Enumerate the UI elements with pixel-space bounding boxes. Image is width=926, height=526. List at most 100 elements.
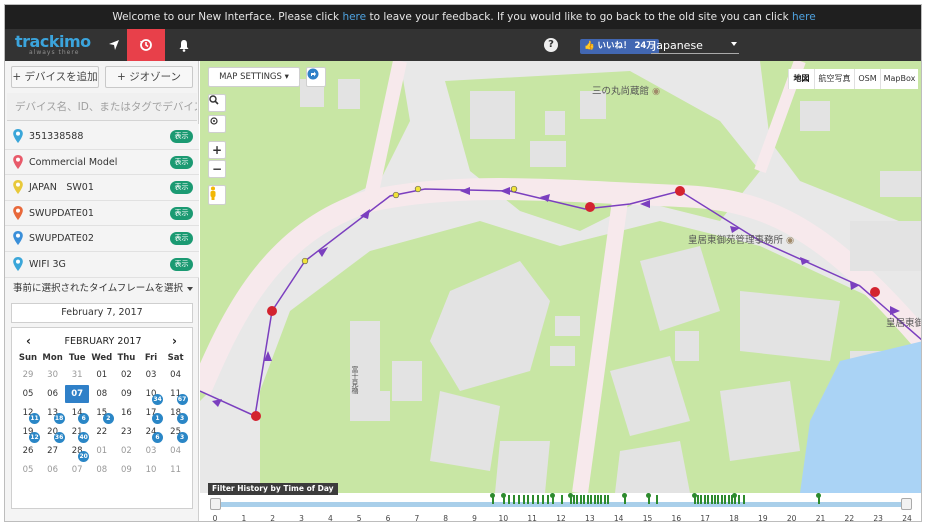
time-filter-tick-label: 20: [786, 514, 797, 522]
map-canvas[interactable]: [200, 61, 922, 493]
map-view[interactable]: MAP SETTINGS ▾ + − 地図 航空写真 OSM MapBox 三の…: [200, 61, 922, 493]
map-settings-button[interactable]: MAP SETTINGS ▾: [208, 67, 300, 87]
add-device-button[interactable]: + デバイスを追加: [11, 66, 99, 88]
nav-history-button[interactable]: [127, 29, 165, 61]
calendar-day[interactable]: 11: [164, 461, 188, 479]
time-filter-activity-dot: [550, 493, 556, 498]
calendar-weekday: Wed: [91, 353, 113, 363]
calendar-event-count-badge: 2: [102, 413, 114, 424]
selected-date-field[interactable]: February 7, 2017: [11, 303, 193, 323]
map-place-label: 皇居東御苑: [886, 318, 921, 329]
calendar-event-count-badge: 6: [152, 432, 163, 443]
time-filter-activity-dot: [691, 493, 697, 498]
calendar-day[interactable]: 02: [114, 442, 138, 460]
calendar-day[interactable]: 06: [41, 385, 65, 403]
locate-button[interactable]: [208, 115, 226, 133]
time-filter-end-handle[interactable]: [901, 498, 912, 510]
calendar-weekday: Mon: [42, 353, 63, 363]
time-filter-activity-mark: [532, 495, 535, 504]
calendar-day[interactable]: 09: [114, 385, 138, 403]
old-site-link[interactable]: here: [792, 11, 816, 23]
show-device-button[interactable]: 表示: [170, 232, 193, 246]
device-row[interactable]: SWUPDATE02 表示: [5, 226, 199, 252]
show-device-button[interactable]: 表示: [170, 181, 193, 195]
map-type-satellite[interactable]: 航空写真: [814, 69, 854, 89]
timeframe-select[interactable]: 事前に選択されたタイムフレームを選択: [13, 281, 193, 297]
calendar-day[interactable]: 05: [16, 461, 40, 479]
time-filter-activity-mark: [541, 495, 544, 504]
device-row[interactable]: 351338588 表示: [5, 124, 199, 150]
calendar-day[interactable]: 07: [65, 461, 89, 479]
zoom-out-button[interactable]: −: [208, 160, 226, 178]
calendar-day[interactable]: 30: [41, 366, 65, 384]
time-filter-tick-label: 16: [671, 514, 682, 522]
device-row[interactable]: SWUPDATE01 表示: [5, 200, 199, 227]
geozone-button[interactable]: + ジオゾーン: [105, 66, 193, 88]
show-device-button[interactable]: 表示: [170, 130, 193, 143]
time-filter-start-handle[interactable]: [210, 498, 221, 510]
calendar-day[interactable]: 03: [139, 442, 163, 460]
calendar-day[interactable]: 07: [65, 385, 90, 403]
show-device-button[interactable]: 表示: [170, 257, 193, 271]
time-filter-tick-label: 18: [729, 514, 739, 522]
calendar-day[interactable]: 29: [16, 366, 40, 384]
street-view-button[interactable]: [208, 185, 226, 205]
map-type-osm[interactable]: OSM: [854, 69, 880, 89]
device-row[interactable]: JAPAN SW01 表示: [5, 175, 199, 201]
calendar-day[interactable]: 08: [90, 385, 114, 403]
time-filter-activity-mark: [586, 495, 589, 504]
time-filter-activity-mark: [573, 495, 576, 504]
language-select[interactable]: Japanese: [651, 38, 739, 54]
show-device-button[interactable]: 表示: [170, 155, 193, 169]
calendar-day[interactable]: 26: [16, 442, 40, 460]
calendar-weekday: Sun: [18, 353, 38, 363]
calendar-day[interactable]: 02: [114, 366, 138, 384]
zoom-search-button[interactable]: [208, 94, 226, 112]
calendar-day[interactable]: 09: [114, 461, 138, 479]
calendar-day[interactable]: 05: [16, 385, 40, 403]
time-filter-tick-label: 8: [443, 514, 449, 522]
calendar-day[interactable]: 31: [65, 366, 89, 384]
time-filter-activity-mark: [697, 495, 700, 504]
calendar-day[interactable]: 16: [114, 404, 138, 422]
device-row[interactable]: Commercial Model 表示: [5, 149, 199, 176]
calendar-day[interactable]: 04: [164, 366, 188, 384]
time-filter-activity-dot: [732, 493, 737, 498]
feedback-link[interactable]: here: [342, 11, 366, 23]
map-type-roadmap[interactable]: 地図: [788, 69, 814, 89]
time-filter-activity-mark: [546, 495, 549, 504]
calendar-weekday: Sat: [167, 353, 184, 363]
calendar-next-button[interactable]: ›: [172, 334, 177, 348]
device-search-input[interactable]: [7, 93, 197, 121]
zoom-in-button[interactable]: +: [208, 141, 226, 159]
time-filter-tick-label: 2: [270, 514, 276, 522]
time-filter-activity-mark: [576, 495, 579, 504]
trackimo-logo[interactable]: trackimo always there: [15, 32, 91, 58]
calendar-day[interactable]: 27: [41, 442, 65, 460]
time-filter-activity-mark: [522, 495, 525, 504]
calendar-day[interactable]: 01: [90, 442, 114, 460]
time-filter-tick-label: 23: [873, 514, 883, 522]
facebook-like-button[interactable]: 👍 いいね！ 24万: [580, 39, 659, 54]
time-filter-activity-dot: [622, 493, 628, 498]
calendar-day[interactable]: 08: [90, 461, 114, 479]
calendar-day[interactable]: 04: [164, 442, 188, 460]
calendar-day[interactable]: 06: [41, 461, 65, 479]
time-filter-tick-label: 4: [327, 514, 333, 522]
pegman-icon: [210, 186, 216, 200]
time-filter-activity-mark: [536, 495, 539, 504]
calendar-day[interactable]: 03: [139, 366, 163, 384]
help-icon[interactable]: ?: [544, 38, 558, 52]
calendar-day[interactable]: 01: [90, 366, 114, 384]
map-pin-icon: [12, 154, 24, 170]
announcement-text-middle: to leave your feedback. If you would lik…: [366, 11, 793, 23]
device-row[interactable]: WIFI 3G 表示: [5, 251, 199, 278]
nav-notifications-button[interactable]: [165, 29, 203, 61]
directions-button[interactable]: [306, 67, 326, 87]
show-device-button[interactable]: 表示: [170, 206, 193, 220]
calendar-day[interactable]: 10: [139, 461, 163, 479]
map-type-mapbox[interactable]: MapBox: [880, 69, 918, 89]
calendar-day[interactable]: 23: [114, 423, 138, 441]
calendar-day[interactable]: 22: [90, 423, 114, 441]
time-filter-activity-mark: [590, 495, 593, 504]
